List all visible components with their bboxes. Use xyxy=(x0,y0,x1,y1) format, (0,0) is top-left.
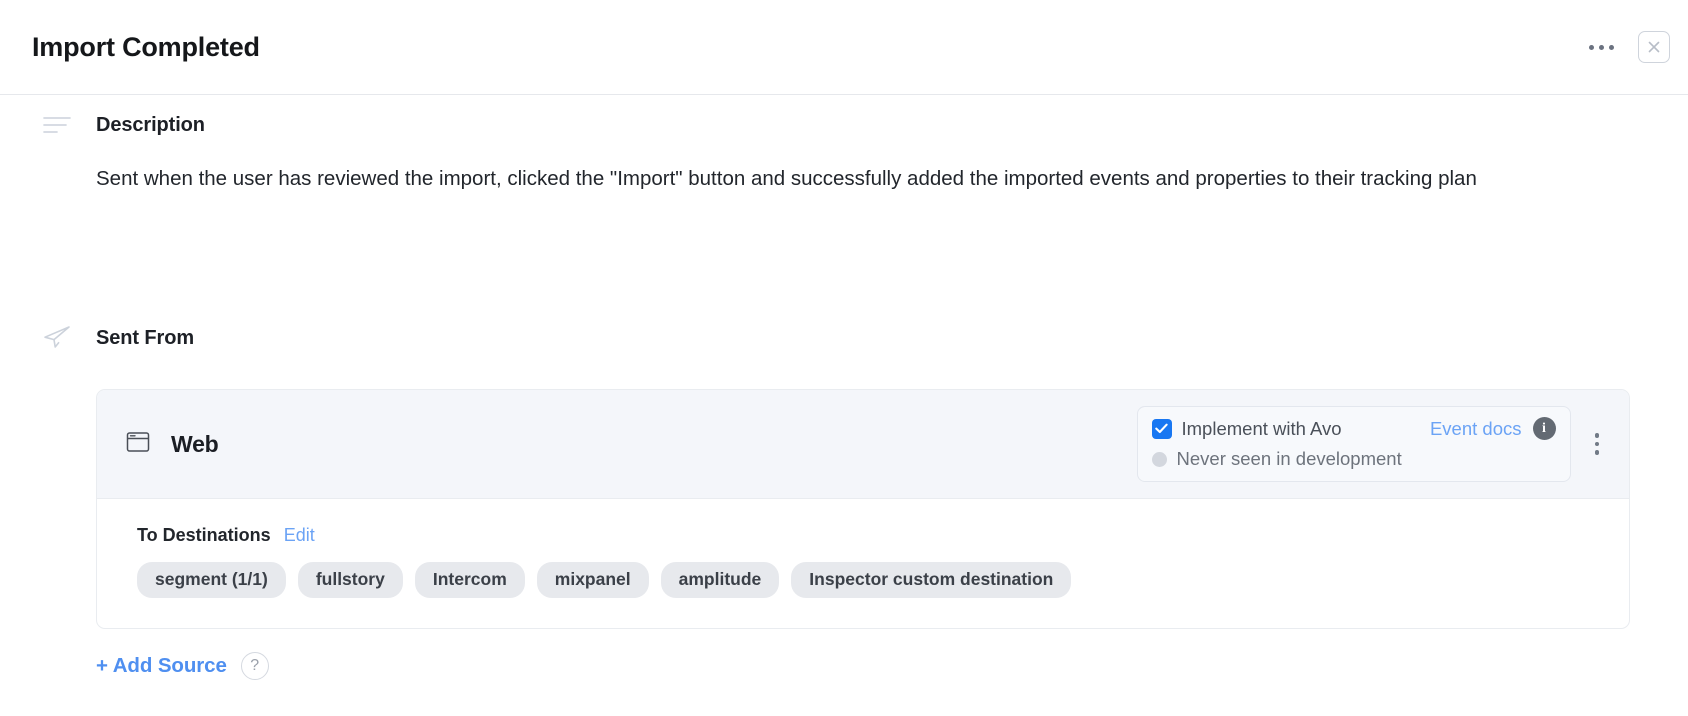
header-actions xyxy=(1583,31,1670,63)
destinations-title: To Destinations xyxy=(137,525,271,545)
destination-pill[interactable]: segment (1/1) xyxy=(137,562,286,598)
checkmark-icon xyxy=(1155,423,1168,434)
sent-from-section: Sent From Web Implement with Avo Event d… xyxy=(32,308,1656,680)
implement-with-avo-label: Implement with Avo xyxy=(1181,417,1342,439)
modal-body: Description Sent when the user has revie… xyxy=(0,95,1688,680)
browser-window-icon xyxy=(125,429,151,460)
close-button[interactable] xyxy=(1638,31,1670,63)
add-source-row: + Add Source ? xyxy=(96,652,1656,680)
destination-pill-list: segment (1/1) fullstory Intercom mixpane… xyxy=(137,562,1601,598)
description-text: Sent when the user has reviewed the impo… xyxy=(96,167,1477,190)
sent-from-header: Sent From xyxy=(32,308,1656,368)
status-dot-icon xyxy=(1151,451,1167,467)
close-icon xyxy=(1648,41,1660,53)
dot xyxy=(1589,44,1594,50)
source-options-icon[interactable] xyxy=(1585,425,1610,463)
help-icon[interactable]: ? xyxy=(240,652,269,680)
source-card-body: To Destinations Edit segment (1/1) fulls… xyxy=(97,499,1629,628)
dot xyxy=(1594,441,1599,447)
status-badge: Never seen in development xyxy=(1176,448,1402,469)
info-icon[interactable]: i xyxy=(1532,417,1556,440)
modal-header: Import Completed xyxy=(0,0,1688,95)
destinations-header: To Destinations Edit xyxy=(137,525,1601,546)
implement-row: Implement with Avo Event docs i xyxy=(1151,417,1556,440)
description-title: Description xyxy=(96,113,205,136)
event-docs-link[interactable]: Event docs xyxy=(1430,418,1522,440)
edit-destinations-link[interactable]: Edit xyxy=(284,525,315,546)
description-header: Description xyxy=(32,95,1656,155)
implement-with-avo-checkbox[interactable] xyxy=(1151,418,1172,439)
source-card-web: Web Implement with Avo Event docs i Neve… xyxy=(96,389,1630,629)
implement-with-avo-panel: Implement with Avo Event docs i Never se… xyxy=(1136,406,1571,482)
dot xyxy=(1609,44,1614,50)
destination-pill[interactable]: Intercom xyxy=(414,562,525,598)
more-options-icon[interactable] xyxy=(1583,37,1620,58)
dot xyxy=(1599,44,1604,50)
page-title: Import Completed xyxy=(32,31,260,62)
destination-pill[interactable]: Inspector custom destination xyxy=(791,562,1072,598)
source-identity: Web xyxy=(125,429,1137,460)
source-name: Web xyxy=(171,430,219,457)
destination-pill[interactable]: fullstory xyxy=(297,562,403,598)
destination-pill[interactable]: amplitude xyxy=(660,562,780,598)
add-source-button[interactable]: + Add Source xyxy=(96,654,227,678)
source-card-header: Web Implement with Avo Event docs i Neve… xyxy=(97,390,1629,499)
description-section: Description Sent when the user has revie… xyxy=(32,95,1656,194)
destination-pill[interactable]: mixpanel xyxy=(536,562,649,598)
paper-plane-icon xyxy=(32,323,74,353)
implementation-status-row: Never seen in development xyxy=(1151,448,1556,470)
dot xyxy=(1594,450,1599,455)
sent-from-title: Sent From xyxy=(96,326,194,349)
lines-icon xyxy=(32,112,74,138)
dot xyxy=(1594,433,1599,438)
